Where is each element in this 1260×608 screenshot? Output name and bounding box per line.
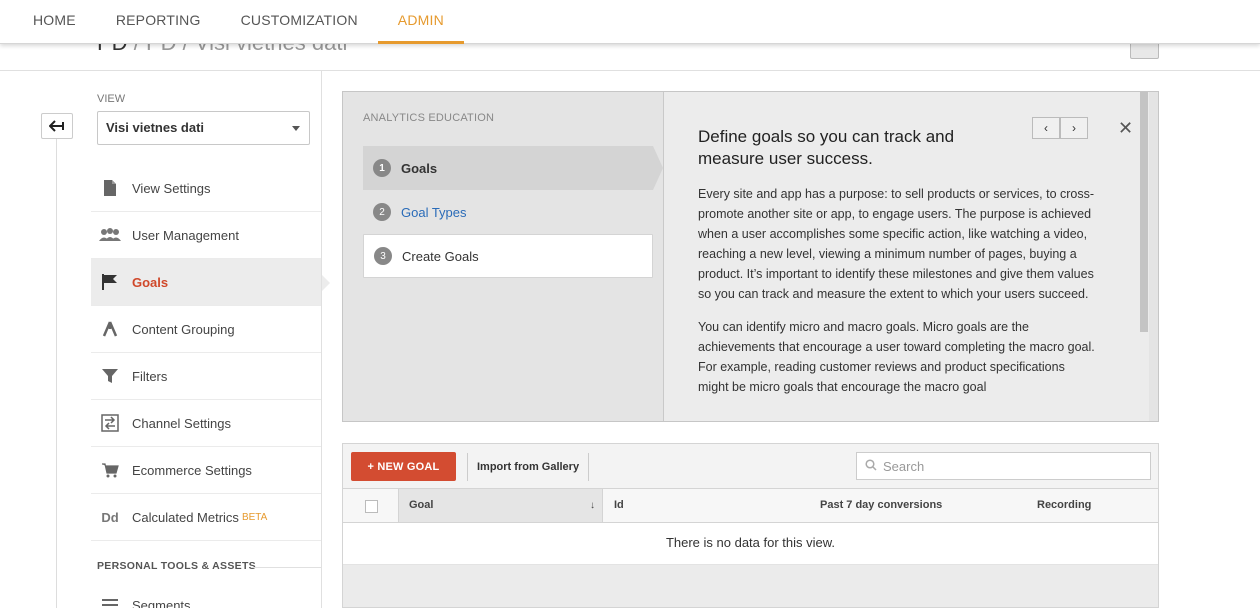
top-nav: HOME REPORTING CUSTOMIZATION ADMIN (0, 0, 1260, 44)
tab-customization[interactable]: CUSTOMIZATION (221, 0, 378, 44)
education-body: Every site and app has a purpose: to sel… (698, 184, 1098, 410)
select-all-checkbox[interactable] (365, 500, 378, 513)
step-number: 2 (373, 203, 391, 221)
column-header-recording[interactable]: Recording (1037, 489, 1091, 522)
sidebar-item-content-grouping[interactable]: Content Grouping (91, 306, 321, 353)
tab-reporting[interactable]: REPORTING (96, 0, 221, 44)
tab-home[interactable]: HOME (13, 0, 96, 44)
step-create-goals[interactable]: 3 Create Goals (363, 234, 653, 278)
search-input[interactable]: Search (856, 452, 1151, 480)
education-paragraph: You can identify micro and macro goals. … (698, 320, 1095, 394)
sidebar-item-goals[interactable]: Goals (91, 259, 330, 306)
empty-message: There is no data for this view. (343, 523, 1158, 565)
goals-toolbar: + NEW GOAL Import from Gallery Search (343, 444, 1158, 489)
rail-line (56, 138, 57, 608)
step-goal-types[interactable]: 2 Goal Types (363, 190, 653, 234)
sidebar-item-channel-settings[interactable]: Channel Settings (91, 400, 321, 447)
sidebar-item-calculated-metrics[interactable]: Dd Calculated Metrics BETA (91, 494, 321, 541)
step-number: 3 (374, 247, 392, 265)
sidebar-item-label: View Settings (132, 180, 211, 196)
education-heading: Define goals so you can track and measur… (698, 127, 955, 168)
education-pager: ‹ › (1032, 117, 1088, 139)
view-label: VIEW (97, 93, 126, 105)
step-label: Goals (401, 160, 438, 176)
admin-sidebar: VIEW Visi vietnes dati View Settings Use… (91, 71, 330, 608)
step-goals[interactable]: 1 Goals (363, 146, 663, 190)
sidebar-item-label: User Management (132, 227, 239, 243)
education-title: ANALYTICS EDUCATION (363, 112, 495, 124)
users-icon (99, 224, 121, 246)
dd-icon: Dd (101, 509, 119, 525)
search-placeholder: Search (883, 458, 925, 474)
table-header: Goal ↓ Id Past 7 day conversions Recordi… (343, 489, 1158, 523)
step-label: Goal Types (401, 204, 467, 220)
column-header-conversions[interactable]: Past 7 day conversions (820, 489, 942, 522)
sidebar-menu: View Settings User Management Goals Cont… (91, 165, 330, 541)
sidebar-item-segments[interactable]: Segments (91, 595, 321, 608)
column-header-goal[interactable]: Goal ↓ (398, 489, 603, 522)
sidebar-item-label: Segments (132, 597, 191, 608)
education-steps: 1 Goals 2 Goal Types 3 Create Goals (363, 146, 663, 278)
segments-icon (99, 594, 121, 608)
flag-icon (99, 271, 121, 293)
sidebar-item-user-management[interactable]: User Management (91, 212, 321, 259)
column-header-id[interactable]: Id (614, 489, 624, 522)
sidebar-item-label: Ecommerce Settings (132, 462, 252, 478)
goals-table: + NEW GOAL Import from Gallery Search Go… (342, 443, 1159, 608)
sidebar-item-view-settings[interactable]: View Settings (91, 165, 321, 212)
sidebar-item-label: Channel Settings (132, 415, 232, 431)
prev-button[interactable]: ‹ (1032, 117, 1060, 139)
beta-badge: BETA (241, 511, 268, 523)
sidebar-item-label: Filters (132, 368, 168, 384)
caret-down-icon (292, 126, 300, 131)
close-icon[interactable]: ✕ (1118, 118, 1133, 139)
filter-icon (99, 365, 121, 387)
import-from-gallery-button[interactable]: Import from Gallery (467, 453, 590, 481)
chevron-left-icon: ‹ (1044, 121, 1048, 135)
section-title: PERSONAL TOOLS & ASSETS (97, 560, 256, 572)
education-panel: ANALYTICS EDUCATION 1 Goals 2 Goal Types… (342, 91, 1159, 422)
new-goal-button[interactable]: + NEW GOAL (351, 452, 456, 481)
view-select[interactable]: Visi vietnes dati (97, 111, 310, 145)
sort-down-icon: ↓ (590, 500, 595, 511)
back-arrow-icon (49, 120, 64, 132)
education-paragraph: Every site and app has a purpose: to sel… (698, 187, 1095, 301)
grouping-icon (99, 318, 121, 340)
education-content: Define goals so you can track and measur… (663, 92, 1149, 421)
cart-icon (99, 459, 121, 481)
sidebar-item-filters[interactable]: Filters (91, 353, 321, 400)
sidebar-item-ecommerce-settings[interactable]: Ecommerce Settings (91, 447, 321, 494)
document-icon (99, 177, 121, 199)
sidebar-item-label: Content Grouping (132, 321, 235, 337)
table-footer (343, 565, 1158, 607)
step-number: 1 (373, 159, 391, 177)
sidebar-item-label: Calculated Metrics (132, 509, 239, 525)
tab-admin[interactable]: ADMIN (377, 0, 464, 44)
back-button[interactable] (41, 113, 73, 139)
channel-icon (99, 412, 121, 434)
chevron-right-icon: › (1072, 121, 1076, 135)
view-select-value: Visi vietnes dati (106, 120, 205, 135)
sidebar-item-label: Goals (132, 274, 169, 290)
column-label: Goal (409, 499, 434, 511)
step-label: Create Goals (402, 248, 479, 264)
education-scrollbar[interactable] (1140, 92, 1148, 332)
section-divider (251, 567, 321, 568)
search-icon (865, 458, 877, 474)
next-button[interactable]: › (1060, 117, 1088, 139)
